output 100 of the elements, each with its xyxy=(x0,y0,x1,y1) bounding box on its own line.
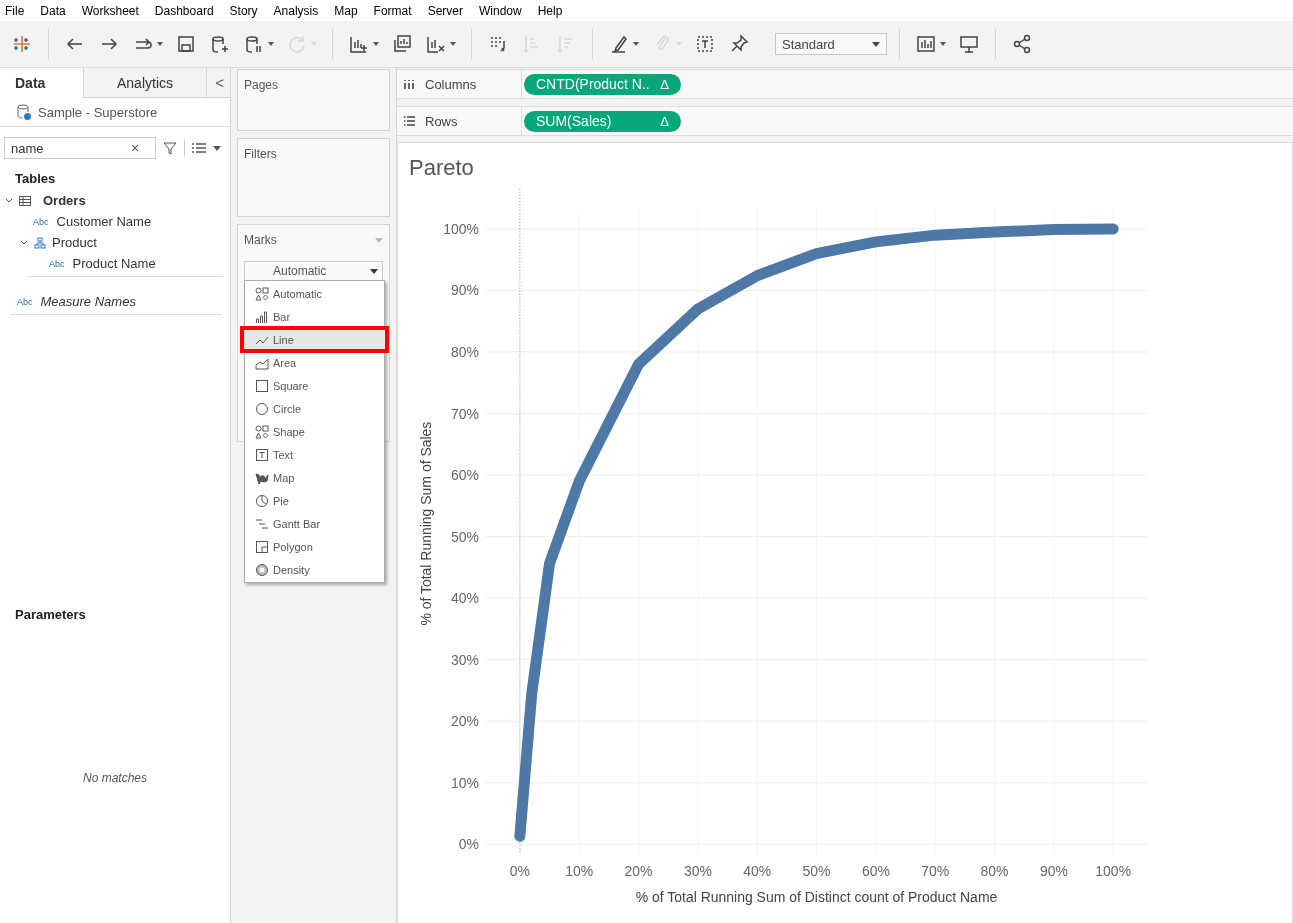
tick-label: 70% xyxy=(450,405,479,422)
map-icon xyxy=(255,470,269,485)
card-title: Filters xyxy=(244,147,277,161)
menu-item[interactable]: Server xyxy=(427,3,463,18)
chart-title: Pareto xyxy=(408,154,475,182)
panel-tab[interactable]: Analytics xyxy=(84,68,207,98)
tick-label: 90% xyxy=(1039,863,1068,880)
table-icon xyxy=(19,195,31,206)
menu-item[interactable]: Dashboard xyxy=(154,3,214,18)
pie-icon xyxy=(255,493,269,508)
menu-item[interactable]: Polygon xyxy=(245,535,384,558)
shelf-label: Columns xyxy=(425,76,477,92)
section-heading: Parameters xyxy=(14,606,87,624)
caret-icon[interactable] xyxy=(213,145,221,151)
tick-label: 50% xyxy=(450,528,479,545)
shelf-label: Rows xyxy=(425,113,458,129)
empty-message: No matches xyxy=(82,771,148,785)
menu-item[interactable]: Window xyxy=(478,3,522,18)
menu-item[interactable]: Map xyxy=(245,466,384,489)
search-field[interactable]: name × xyxy=(4,137,156,159)
duplicate-chart-icon[interactable] xyxy=(391,33,413,55)
menu-item[interactable]: Story xyxy=(229,3,258,18)
tick-label: 100% xyxy=(1095,863,1132,880)
text-box-icon xyxy=(255,447,269,462)
tick-label: 60% xyxy=(450,467,479,484)
circle-icon xyxy=(255,401,269,416)
type-label: Abc xyxy=(33,216,49,227)
menu-item[interactable]: Worksheet xyxy=(81,3,139,18)
mark-type-dropdown[interactable]: Automatic xyxy=(244,261,383,281)
caret-icon[interactable] xyxy=(633,42,639,46)
menu-item[interactable]: Text xyxy=(245,443,384,466)
tick-label: 100% xyxy=(443,220,479,237)
tick-label: 30% xyxy=(450,651,479,668)
axis-title: % of Total Running Sum of Distinct count of Product Name xyxy=(635,889,998,906)
database-plus-icon[interactable] xyxy=(209,33,231,55)
shapes-icon xyxy=(255,286,269,301)
field-name[interactable]: Product Name xyxy=(72,256,156,271)
menu-item[interactable]: Gantt Bar xyxy=(245,512,384,535)
menu-item[interactable]: Data xyxy=(40,3,66,18)
hierarchy-icon xyxy=(34,236,46,249)
menu-item[interactable]: File xyxy=(5,3,25,18)
columns-icon xyxy=(403,78,415,90)
menu-item[interactable]: Format xyxy=(373,3,412,18)
tick-label: 0% xyxy=(509,863,530,880)
field-name[interactable]: Customer Name xyxy=(56,214,152,229)
menu-item[interactable]: Bar xyxy=(245,305,384,328)
menu-item[interactable]: Area xyxy=(245,351,384,374)
gantt-icon xyxy=(255,516,269,531)
shapes-icon xyxy=(255,424,269,439)
rows-icon xyxy=(403,115,415,127)
tick-label: 40% xyxy=(743,863,772,880)
caret-icon[interactable] xyxy=(268,42,274,46)
axis-title: % of Total Running Sum of Sales xyxy=(417,421,434,626)
hierarchy-name[interactable]: Product xyxy=(52,235,97,250)
caret-icon[interactable] xyxy=(157,42,163,46)
tick-label: 80% xyxy=(450,344,479,360)
menu-item[interactable]: Analysis xyxy=(273,3,319,18)
list-view-icon[interactable] xyxy=(191,142,207,154)
text-box-icon[interactable] xyxy=(694,33,716,55)
bar-chart-icon[interactable] xyxy=(915,33,937,55)
datasource-name[interactable]: Sample - Superstore xyxy=(38,104,158,120)
menu-item[interactable]: Square xyxy=(245,374,384,397)
save-icon[interactable] xyxy=(175,33,197,55)
tick-label: 90% xyxy=(450,282,479,299)
clear-button[interactable]: × xyxy=(131,140,140,156)
chevron-icon[interactable] xyxy=(20,239,28,246)
database-icon xyxy=(16,103,32,121)
share-icon[interactable] xyxy=(1011,33,1033,55)
caret-icon[interactable] xyxy=(940,42,946,46)
caret-icon[interactable] xyxy=(450,42,456,46)
square-icon xyxy=(255,378,269,393)
type-label: Abc xyxy=(49,258,65,269)
tick-label: 10% xyxy=(450,774,479,791)
caret-icon[interactable] xyxy=(373,42,379,46)
logo-icon[interactable] xyxy=(11,33,33,55)
menu-item[interactable]: Help xyxy=(537,3,563,18)
tick-label: 40% xyxy=(450,590,479,607)
table-name[interactable]: Orders xyxy=(43,193,86,208)
menu-item[interactable]: Circle xyxy=(245,397,384,420)
tick-label: 20% xyxy=(450,713,479,730)
menu-item[interactable]: Line xyxy=(242,328,387,351)
menu-item[interactable]: Shape xyxy=(245,420,384,443)
tick-label: 70% xyxy=(921,863,950,880)
tick-label: 50% xyxy=(802,863,831,880)
menu-item[interactable]: Pie xyxy=(245,489,384,512)
chevron-icon[interactable] xyxy=(5,197,13,204)
card-title: Marks xyxy=(244,233,277,247)
tick-label: 80% xyxy=(980,863,1009,880)
tick-label: 30% xyxy=(683,863,712,880)
tick-label: 0% xyxy=(458,836,479,853)
filter-icon[interactable] xyxy=(162,140,178,156)
tick-label: 20% xyxy=(624,863,653,880)
tick-label: 60% xyxy=(861,863,890,880)
menu-item[interactable]: Map xyxy=(334,3,358,18)
menu-item[interactable]: Density xyxy=(245,558,384,581)
card-title: Pages xyxy=(244,78,279,92)
field-name[interactable]: Measure Names xyxy=(40,294,136,309)
menu-item[interactable]: Automatic xyxy=(245,282,384,305)
presentation-icon[interactable] xyxy=(958,33,980,55)
fit-dropdown[interactable]: Standard xyxy=(775,33,887,55)
